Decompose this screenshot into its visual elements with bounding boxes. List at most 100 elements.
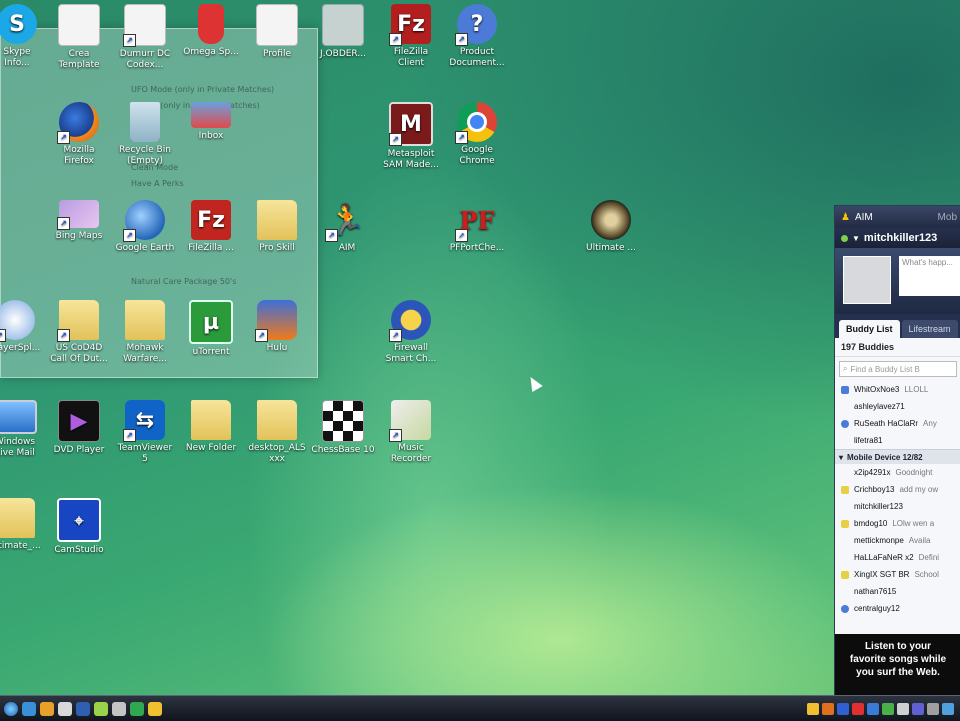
- quicklaunch-icon[interactable]: [94, 701, 108, 716]
- tray-icon[interactable]: [867, 702, 879, 715]
- player-icon: ↗: [0, 300, 35, 342]
- buddy-row[interactable]: mitchkiller123: [835, 498, 960, 515]
- desktop-icon-firewall[interactable]: ↗ Firewall Smart Ch...: [374, 300, 448, 365]
- buddy-row[interactable]: nathan7615: [835, 583, 960, 600]
- tray-icon[interactable]: [912, 702, 924, 715]
- buddy-row[interactable]: RuSeath HaClaRr Any: [835, 415, 960, 432]
- quicklaunch-icon[interactable]: [76, 701, 90, 716]
- desktop-icon-bing-maps[interactable]: ↗ Bing Maps: [42, 200, 116, 242]
- buddy-row[interactable]: HaLLaFaNeR x2 Defini: [835, 549, 960, 566]
- document-icon: [322, 4, 364, 46]
- desktop-icon-google-earth[interactable]: ↗ Google Earth: [108, 200, 182, 254]
- desktop-icon-ultimate[interactable]: Ultimate ...: [574, 200, 648, 254]
- desktop-icon-firefox[interactable]: ↗ Mozilla Firefox: [42, 102, 116, 167]
- tab-buddy-list[interactable]: Buddy List: [839, 320, 900, 338]
- desktop-icon-pfportchecker[interactable]: PF ↗ PFPortChe...: [440, 200, 514, 254]
- chevron-down-icon[interactable]: ▼: [852, 234, 860, 243]
- desktop-icon-omega[interactable]: Omega Sp...: [174, 4, 248, 58]
- buddy-row[interactable]: bmdog10 LOlw wen a: [835, 515, 960, 532]
- buddy-row[interactable]: ashleylavez71: [835, 398, 960, 415]
- buddy-group-header[interactable]: ▾ Mobile Device 12/82: [835, 449, 960, 464]
- desktop-icon-desktop-als[interactable]: desktop_ALS xxx: [240, 400, 314, 465]
- desktop-icon-filezilla-2[interactable]: Fz FileZilla ...: [174, 200, 248, 254]
- tray-icon[interactable]: [927, 702, 939, 715]
- icon-label: Ultimate ...: [586, 243, 636, 253]
- buddy-name: centralguy12: [854, 604, 900, 613]
- buddy-row[interactable]: mettickmonpe Availa: [835, 532, 960, 549]
- aim-user-bar[interactable]: ▼ mitchkiller123: [835, 228, 960, 248]
- desktop-icon-recycle-bin[interactable]: Recycle Bin (Empty): [108, 102, 182, 167]
- desktop-icon-utorrent[interactable]: µ uTorrent: [174, 300, 248, 358]
- buddy-name: mitchkiller123: [854, 502, 903, 511]
- desktop: UFO Mode (only in Private Matches) Scout…: [0, 0, 960, 695]
- desktop-icon-template[interactable]: Crea Template: [42, 4, 116, 71]
- ghost-line: Natural Care Package 50's: [131, 277, 237, 286]
- desktop-icon-dvd-player[interactable]: ▶ DVD Player: [42, 400, 116, 456]
- desktop-icon-product-doc[interactable]: ? ↗ Product Document...: [440, 4, 514, 69]
- quicklaunch-icon[interactable]: [22, 701, 36, 716]
- buddy-name: Crichboy13: [854, 485, 895, 494]
- desktop-icon-camstudio[interactable]: ⌖ CamStudio: [42, 498, 116, 556]
- buddy-name: nathan7615: [854, 587, 897, 596]
- quicklaunch-icon[interactable]: [40, 701, 54, 716]
- screen-name: mitchkiller123: [863, 232, 938, 244]
- icon-label: US CoD4D Call Of Dut...: [50, 343, 108, 364]
- shield-icon: ↗: [389, 300, 431, 342]
- tray-icon[interactable]: [897, 702, 909, 715]
- desktop-icon-music-recorder[interactable]: ↗ Music Recorder: [374, 400, 448, 465]
- avatar[interactable]: [843, 256, 891, 304]
- aim-tabs: Buddy List Lifestream: [835, 314, 960, 338]
- quicklaunch-icon[interactable]: [112, 701, 126, 716]
- tray-icon[interactable]: [942, 702, 954, 715]
- desktop-icon-jobder[interactable]: J.OBDER...: [306, 4, 380, 60]
- start-orb-icon[interactable]: [4, 701, 18, 716]
- tray-icon[interactable]: [882, 702, 894, 715]
- quicklaunch-icon[interactable]: [58, 701, 72, 716]
- icon-label: New Folder: [185, 443, 237, 453]
- quicklaunch-icon[interactable]: [130, 701, 144, 716]
- desktop-icon-codex[interactable]: ↗ Dumurr DC Codex...: [108, 4, 182, 71]
- buddy-row[interactable]: WhitOxNoe3 LLOLL: [835, 381, 960, 398]
- aim-ad-banner[interactable]: Listen to your favorite songs while you …: [835, 634, 960, 696]
- tray-icon[interactable]: [807, 702, 819, 715]
- aim-titlebar[interactable]: ♟ AIM Mob: [835, 206, 960, 228]
- buddy-row[interactable]: XingIX SGT BR School: [835, 566, 960, 583]
- desktop-icon-profile[interactable]: Profile: [240, 4, 314, 60]
- cup-icon: [198, 4, 224, 44]
- desktop-icon-chrome[interactable]: ↗ Google Chrome: [440, 102, 514, 167]
- tab-lifestream[interactable]: Lifestream: [901, 320, 958, 338]
- buddy-name: x2ip4291x: [854, 468, 891, 477]
- icon-label: Hulu: [266, 343, 288, 353]
- desktop-icon-aim[interactable]: 🏃 ↗ AIM: [310, 200, 384, 254]
- aim-window[interactable]: ♟ AIM Mob ▼ mitchkiller123 What's happ..…: [834, 205, 960, 697]
- buddy-row[interactable]: Crichboy13 add my ow: [835, 481, 960, 498]
- icon-label: Mozilla Firefox: [63, 145, 95, 166]
- desktop-icon-new-folder[interactable]: New Folder: [174, 400, 248, 454]
- icon-label: Bing Maps: [55, 231, 103, 241]
- tray-icon[interactable]: [822, 702, 834, 715]
- tray-icon[interactable]: [852, 702, 864, 715]
- buddy-row[interactable]: lifetra81: [835, 432, 960, 449]
- tray-icon[interactable]: [837, 702, 849, 715]
- desktop-icon-teamviewer[interactable]: ⇆ ↗ TeamViewer 5: [108, 400, 182, 465]
- buddy-row[interactable]: x2ip4291x Goodnight: [835, 464, 960, 481]
- desktop-icon-cod4[interactable]: ↗ US CoD4D Call Of Dut...: [42, 300, 116, 365]
- desktop-icon-mohawk[interactable]: Mohawk Warfare...: [108, 300, 182, 365]
- buddy-row[interactable]: centralguy12: [835, 600, 960, 617]
- desktop-icon-hulu[interactable]: ↗ Hulu: [240, 300, 314, 354]
- desktop-icon-pro-skill[interactable]: Pro Skill: [240, 200, 314, 254]
- icon-label: TeamViewer 5: [117, 443, 173, 464]
- buddy-name: mettickmonpe: [854, 536, 904, 545]
- bing-icon: ↗: [57, 200, 99, 230]
- desktop-icon-filezilla[interactable]: Fz ↗ FileZilla Client: [374, 4, 448, 69]
- desktop-icon-metasploit[interactable]: M ↗ Metasploit SAM Made...: [374, 102, 448, 171]
- icon-label: Metasploit SAM Made...: [383, 149, 439, 170]
- desktop-icon-chessbase[interactable]: ChessBase 10: [306, 400, 380, 456]
- desktop-icon-inbox[interactable]: Inbox: [174, 102, 248, 142]
- quicklaunch-icon[interactable]: [148, 701, 162, 716]
- folder-icon: [257, 400, 297, 440]
- status-message-input[interactable]: What's happ...: [899, 256, 960, 296]
- away-icon: [841, 485, 849, 494]
- buddy-search-input[interactable]: ⌕ Find a Buddy List B: [839, 361, 957, 377]
- icon-label: Firewall Smart Ch...: [385, 343, 437, 364]
